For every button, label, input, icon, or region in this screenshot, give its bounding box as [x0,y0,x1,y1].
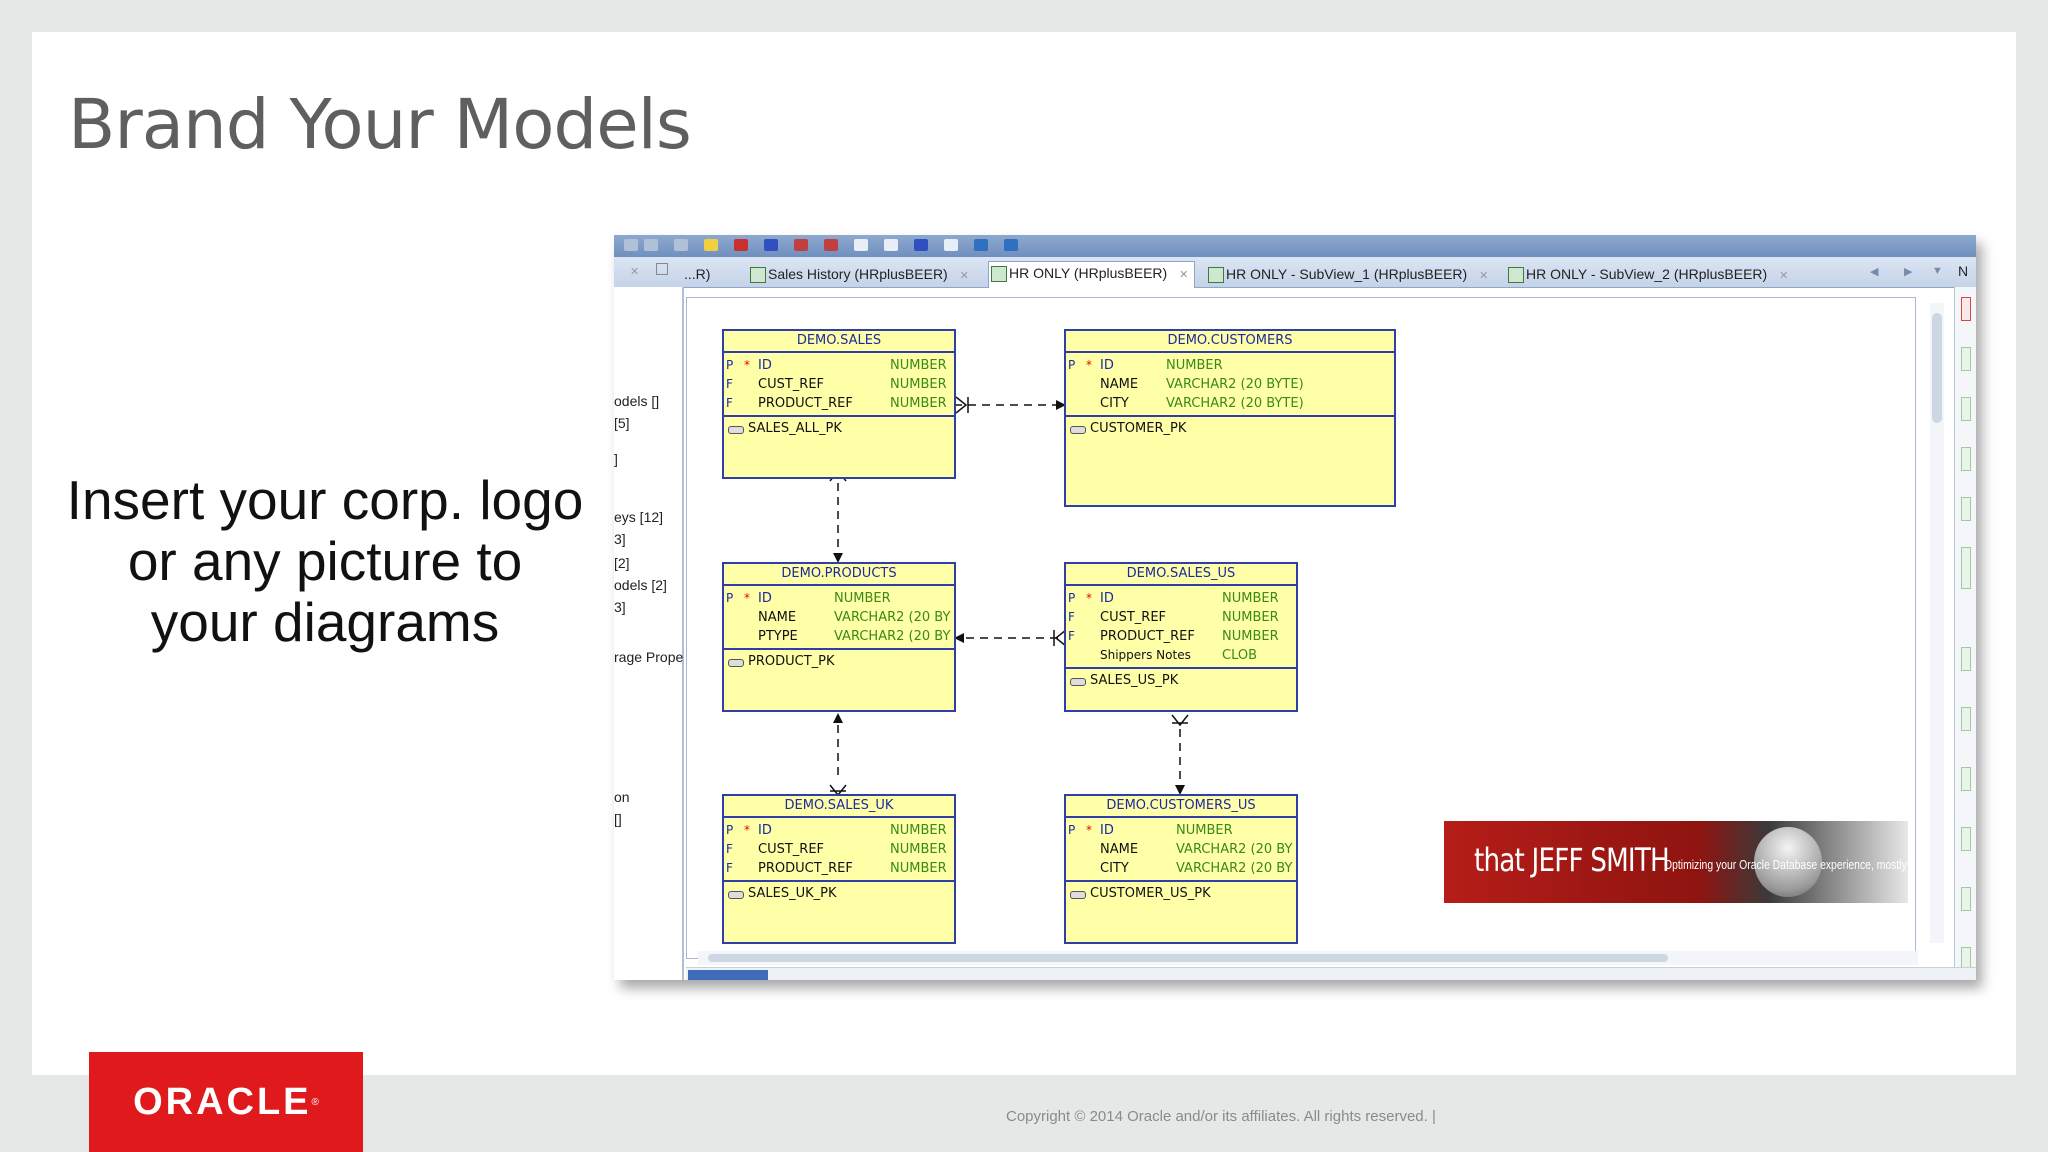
vertical-scrollbar[interactable] [1930,303,1944,943]
entity-name: DEMO.SALES_UK [724,796,954,818]
key-icon [728,891,744,899]
caption-line: Insert your corp. logo [66,469,584,531]
oracle-logo: ORACLE ® [89,1052,363,1152]
column-row: CITY VARCHAR2 (20 BYTE) [1100,396,1304,411]
caption-line: or any picture to [127,530,523,592]
panel-marker[interactable] [1961,767,1971,791]
column-row: F CUST_REF NUMBER [726,842,947,857]
entity-name: DEMO.CUSTOMERS [1066,331,1394,353]
entity-demo-customers-us[interactable]: DEMO.CUSTOMERS_US P * ID NUMBER NAME VARCHAR… [1064,794,1298,944]
panel-marker[interactable] [1961,887,1971,911]
brand-picture-title: that JEFF SMITH [1474,841,1670,879]
column-row: P * ID NUMBER [1068,823,1233,838]
column-row: F CUST_REF NUMBER [726,377,947,392]
entity-name: DEMO.SALES [724,331,954,353]
panel-marker[interactable] [1961,497,1971,521]
entity-name: DEMO.CUSTOMERS_US [1066,796,1296,818]
column-row: CITY VARCHAR2 (20 BY [1100,861,1293,876]
primary-key: PRODUCT_PK [724,650,954,669]
primary-key: CUSTOMER_PK [1066,417,1394,436]
modeler-screenshot: ✕ ...R) Sales History (HRplusBEER) ✕ HR … [614,235,1976,980]
primary-key: SALES_UK_PK [724,882,954,901]
column-row: F PRODUCT_REF NUMBER [726,861,947,876]
entity-demo-customers[interactable]: DEMO.CUSTOMERS P * ID NUMBER NAME VARCHAR2 (… [1064,329,1396,507]
brand-picture[interactable]: that JEFF SMITH Optimizing your Oracle D… [1444,821,1908,903]
column-row: P * ID NUMBER [1068,591,1279,606]
column-row: NAME VARCHAR2 (20 BY [1100,842,1293,857]
primary-key: SALES_US_PK [1066,669,1296,688]
key-icon [728,426,744,434]
primary-key: CUSTOMER_US_PK [1066,882,1296,901]
column-row: F PRODUCT_REF NUMBER [726,396,947,411]
arrow-head [833,713,843,723]
entity-demo-sales-us[interactable]: DEMO.SALES_US P * ID NUMBER F CUST_REF NUMBER… [1064,562,1298,712]
right-side-panel [1954,287,1976,980]
column-row: P * ID NUMBER [1068,358,1223,373]
panel-marker[interactable] [1961,647,1971,671]
brand-picture-subtitle: Optimizing your Oracle Database experien… [1664,857,1907,872]
slide-title: Brand Your Models [68,85,692,165]
column-row: P * ID NUMBER [726,358,947,373]
column-row: F CUST_REF NUMBER [1068,610,1279,625]
column-row: NAME VARCHAR2 (20 BYTE) [1100,377,1304,392]
column-row: NAME VARCHAR2 (20 BY [758,610,951,625]
horizontal-scrollbar[interactable] [698,951,1918,965]
entity-name: DEMO.PRODUCTS [724,564,954,586]
scroll-thumb[interactable] [1932,313,1942,423]
key-icon [1070,891,1086,899]
panel-marker[interactable] [1961,447,1971,471]
key-icon [1070,678,1086,686]
status-bar [686,967,1976,980]
entity-demo-products[interactable]: DEMO.PRODUCTS P * ID NUMBER NAME VARCHAR2 (2… [722,562,956,712]
key-icon [1070,426,1086,434]
panel-marker[interactable] [1961,547,1971,589]
column-row: P * ID NUMBER [726,591,891,606]
column-row: F PRODUCT_REF NUMBER [1068,629,1279,644]
primary-key: SALES_ALL_PK [724,417,954,436]
panel-marker[interactable] [1961,827,1971,851]
status-indicator [688,970,768,980]
panel-marker[interactable] [1961,707,1971,731]
panel-marker[interactable] [1961,297,1971,321]
column-row: PTYPE VARCHAR2 (20 BY [758,629,951,644]
column-row: P * ID NUMBER [726,823,947,838]
copyright-notice: Copyright © 2014 Oracle and/or its affil… [1006,1108,1436,1125]
entity-demo-sales[interactable]: DEMO.SALES P * ID NUMBER F CUST_REF NUMBER FP… [722,329,956,479]
logo-text: ORACLE [133,1080,312,1123]
panel-marker[interactable] [1961,347,1971,371]
panel-marker[interactable] [1961,397,1971,421]
key-icon [728,659,744,667]
column-row: Shippers Notes CLOB [1100,648,1258,663]
caption-line: your diagrams [150,591,500,653]
crowfoot [1171,714,1189,727]
registered-mark-icon: ® [311,1096,319,1108]
entity-name: DEMO.SALES_US [1066,564,1296,586]
entity-demo-sales-uk[interactable]: DEMO.SALES_UK P * ID NUMBER F CUST_REF NUMBER… [722,794,956,944]
slide-caption: Insert your corp. logo or any picture to… [40,470,610,653]
scroll-thumb[interactable] [708,954,1668,962]
